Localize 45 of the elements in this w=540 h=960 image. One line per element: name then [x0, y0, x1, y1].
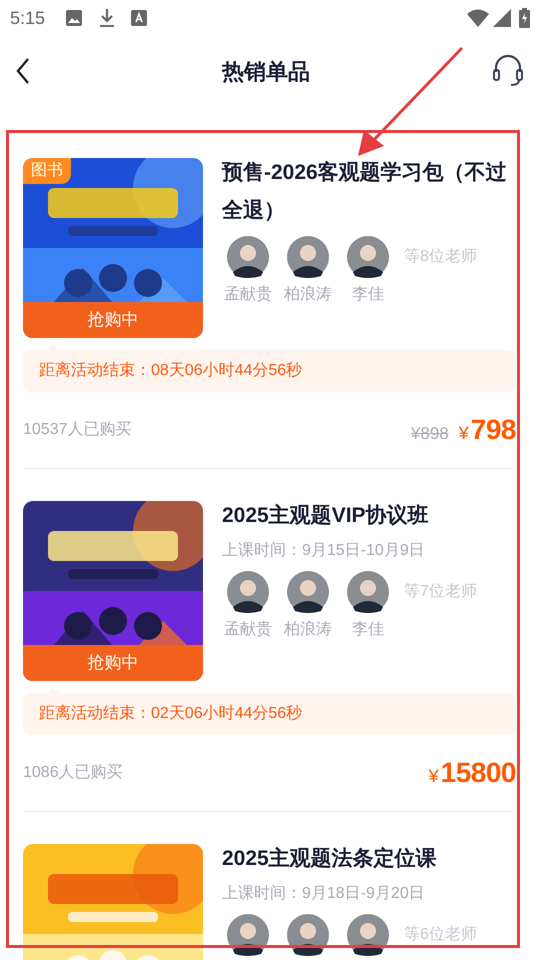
buyer-count: 1086人已购买 [23, 763, 123, 783]
class-schedule: 上课时间：9月18日-9月20日 [222, 884, 426, 904]
wifi-icon [467, 9, 489, 27]
teacher-name: 柏浪涛 [284, 620, 332, 640]
product-title[interactable]: 2025主观题VIP协议班 [222, 497, 516, 535]
status-label: 抢购中 [23, 302, 203, 338]
avatar-icon [347, 914, 389, 956]
currency-symbol: ¥ [458, 422, 469, 445]
teacher-count: 等6位老师 [404, 924, 477, 945]
teacher-name: 李佳 [352, 284, 384, 305]
price: 15800 [440, 756, 516, 790]
avatar-icon [287, 914, 329, 956]
class-schedule: 上课时间：9月15日-10月9日 [222, 540, 426, 561]
battery-icon [519, 8, 530, 28]
teacher-name: 柏浪涛 [284, 284, 332, 305]
buyer-count: 10537人已购买 [23, 420, 132, 440]
text-icon [131, 10, 148, 26]
avatar-icon [227, 236, 269, 278]
headset-icon[interactable] [492, 54, 524, 88]
download-icon [99, 8, 116, 28]
avatar-icon [287, 571, 329, 613]
teacher-count: 等8位老师 [404, 246, 477, 267]
teacher-name: 孟献贵 [224, 620, 272, 640]
back-icon[interactable] [16, 57, 30, 85]
avatar-icon [347, 236, 389, 278]
avatar-icon [287, 236, 329, 278]
price: 798 [470, 413, 516, 447]
status-time: 5:15 [10, 6, 46, 30]
countdown-text: 距离活动结束：02天06小时44分56秒 [39, 704, 302, 724]
page-title: 热销单品 [220, 58, 311, 86]
original-price: ¥898 [410, 423, 449, 445]
currency-symbol: ¥ [428, 765, 439, 788]
avatar-icon [227, 914, 269, 956]
teacher-name: 孟献贵 [224, 284, 272, 305]
countdown-text: 距离活动结束：08天06小时44分56秒 [39, 360, 302, 381]
avatar-icon [347, 571, 389, 613]
book-tag: 图书 [23, 158, 71, 184]
status-label: 抢购中 [23, 645, 203, 681]
avatar-icon [227, 571, 269, 613]
teacher-name: 李佳 [352, 620, 384, 640]
image-icon [65, 9, 84, 27]
product-title[interactable]: 2025主观题法条定位课 [222, 840, 516, 878]
product-title[interactable]: 预售-2026客观题学习包（不过全退） [222, 154, 516, 230]
signal-icon [493, 9, 511, 27]
teacher-count: 等7位老师 [404, 582, 477, 602]
